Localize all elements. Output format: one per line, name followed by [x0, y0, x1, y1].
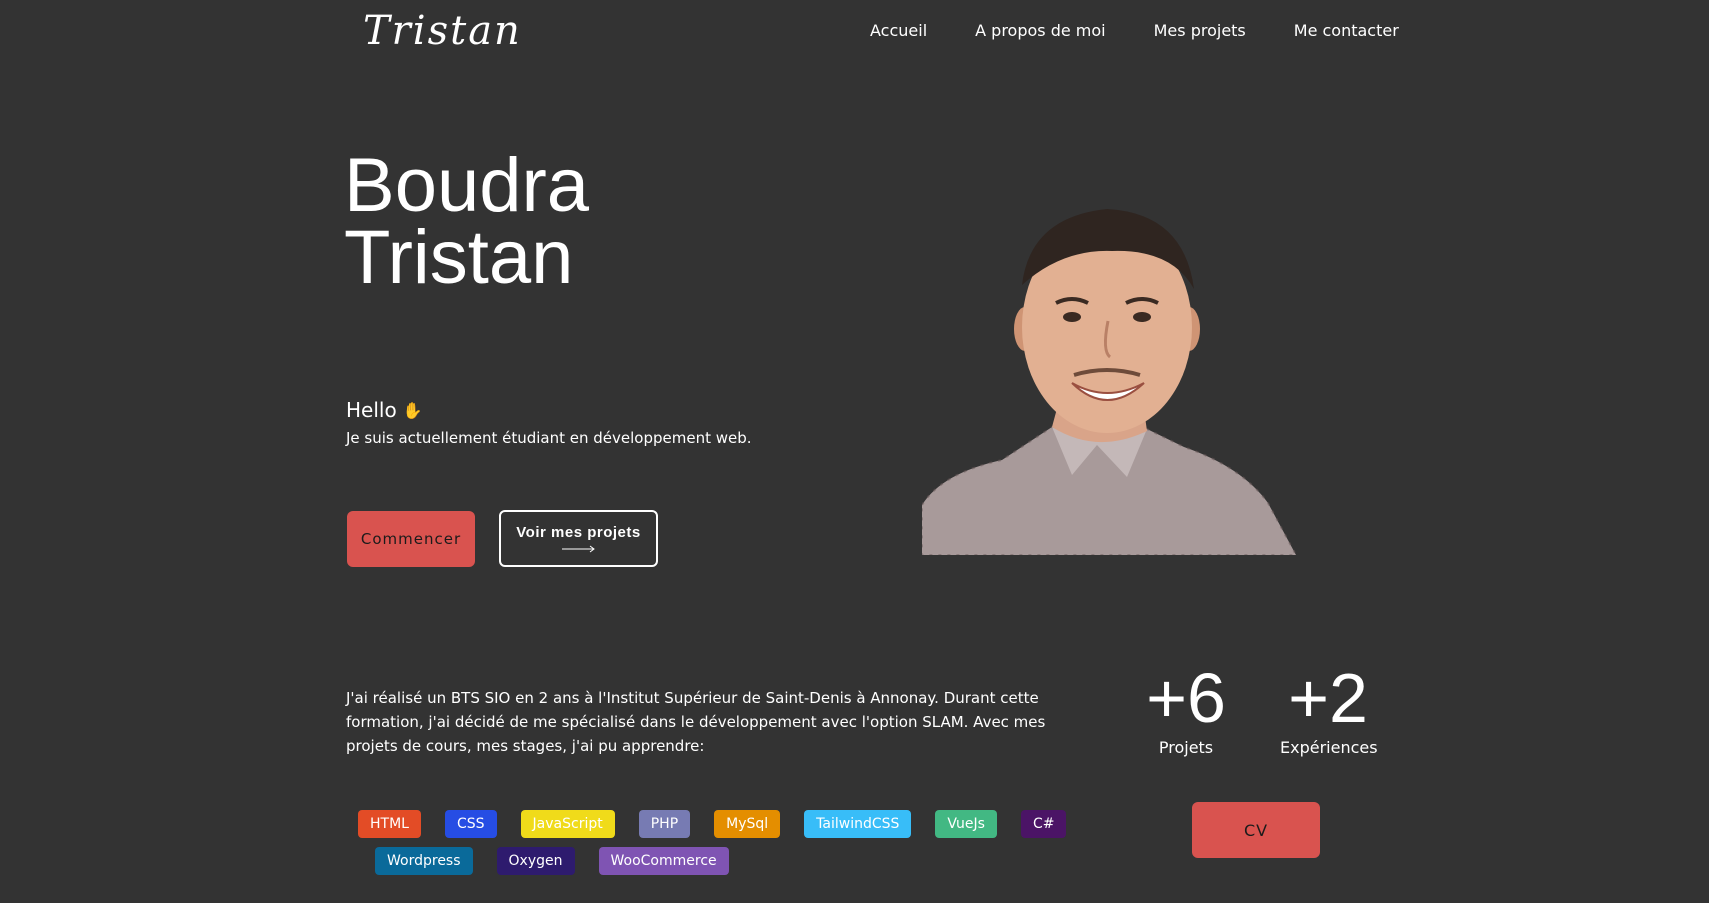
skills-row-2: Wordpress Oxygen WooCommerce	[358, 847, 1068, 877]
skill-tag-vuejs: VueJs	[935, 810, 997, 838]
skills-tags: HTML CSS JavaScript PHP MySql TailwindCS…	[358, 810, 1068, 884]
site-logo[interactable]: Tristan	[363, 8, 522, 54]
skill-tag-mysql: MySql	[714, 810, 781, 838]
nav-item-a-propos[interactable]: A propos de moi	[975, 21, 1105, 40]
stat-projects: +6 Projets	[1136, 660, 1236, 757]
greeting: Hello ✋	[346, 398, 423, 422]
bio-text: J'ai réalisé un BTS SIO en 2 ans à l'Ins…	[346, 689, 1046, 755]
portrait-photo	[922, 209, 1296, 555]
hero-subtitle: Je suis actuellement étudiant en dévelop…	[346, 429, 752, 447]
hero-title: Boudra Tristan	[344, 148, 589, 296]
nav-item-projets[interactable]: Mes projets	[1154, 21, 1246, 40]
view-projects-label: Voir mes projets	[516, 524, 641, 541]
stat-experiences-value: +2	[1288, 659, 1368, 737]
skill-tag-css: CSS	[444, 810, 497, 838]
start-button[interactable]: Commencer	[347, 511, 475, 567]
stat-experiences-label: Expériences	[1280, 738, 1378, 757]
main-nav: Accueil A propos de moi Mes projets Me c…	[870, 21, 1399, 40]
arrow-right-icon	[561, 545, 595, 553]
skill-tag-oxygen: Oxygen	[496, 847, 575, 875]
stat-projects-label: Projets	[1158, 738, 1214, 757]
hero-last-name: Tristan	[344, 215, 574, 300]
skill-tag-wordpress: Wordpress	[375, 847, 473, 875]
stat-experiences: +2 Expériences	[1280, 659, 1378, 757]
skill-tag-javascript: JavaScript	[520, 810, 615, 838]
skill-tag-tailwindcss: TailwindCSS	[804, 810, 912, 838]
skill-tag-csharp: C#	[1020, 810, 1067, 838]
cv-button[interactable]: CV	[1192, 802, 1320, 858]
waving-hand-icon: ✋	[402, 400, 423, 420]
nav-item-contact[interactable]: Me contacter	[1294, 21, 1399, 40]
skill-tag-php: PHP	[638, 810, 691, 838]
nav-item-accueil[interactable]: Accueil	[870, 21, 927, 40]
view-projects-button[interactable]: Voir mes projets	[499, 510, 658, 567]
stat-projects-value: +6	[1146, 659, 1226, 737]
skills-row-1: HTML CSS JavaScript PHP MySql TailwindCS…	[358, 810, 1068, 840]
skill-tag-woocommerce: WooCommerce	[598, 847, 729, 875]
greeting-text: Hello	[346, 398, 397, 422]
skill-tag-html: HTML	[358, 810, 421, 838]
